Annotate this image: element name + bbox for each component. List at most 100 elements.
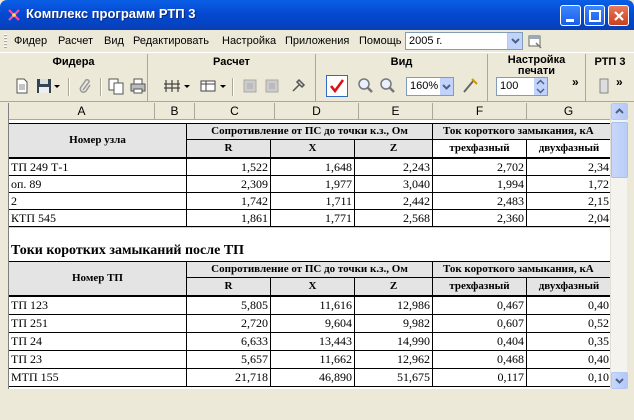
calendar-icon[interactable] xyxy=(527,33,543,49)
table-cell-name[interactable]: ТП 251 xyxy=(9,315,187,332)
table1-current-header[interactable]: Ток короткого замыкания, кА xyxy=(433,123,610,140)
table-cell-i2[interactable]: 0,10 xyxy=(527,369,610,386)
menu-apps[interactable]: Приложения xyxy=(285,35,349,47)
table2-node-header[interactable]: Номер ТП xyxy=(9,261,187,295)
table1-sub-3phase[interactable]: трехфазный xyxy=(433,140,527,157)
table-cell-x[interactable]: 1,771 xyxy=(271,210,355,227)
vertical-scrollbar[interactable] xyxy=(610,103,628,389)
table2-resistance-header[interactable]: Сопротивление от ПС до точки к.з., Ом xyxy=(187,261,433,278)
table-cell-x[interactable]: 1,648 xyxy=(271,159,355,176)
table-cell-x[interactable]: 1,711 xyxy=(271,193,355,210)
menu-settings[interactable]: Настройка xyxy=(222,35,276,47)
table-cell-name[interactable]: ТП 123 xyxy=(9,297,187,314)
table-cell-name[interactable]: ТП 23 xyxy=(9,351,187,368)
table-cell-r[interactable]: 5,657 xyxy=(187,351,271,368)
title-bar[interactable]: Комплекс программ РТП 3 xyxy=(0,0,634,30)
menu-grip[interactable] xyxy=(4,34,7,49)
grid-disabled-icon-2[interactable] xyxy=(262,76,282,96)
table1-sub-2phase[interactable]: двухфазный xyxy=(527,140,610,157)
print-icon[interactable] xyxy=(128,76,148,96)
table2-current-header[interactable]: Ток короткого замыкания, кА xyxy=(433,261,610,278)
toolbar-rtp-more[interactable]: » xyxy=(616,75,623,89)
table2-sub-2phase[interactable]: двухфазный xyxy=(527,278,610,295)
scroll-thumb[interactable] xyxy=(611,122,628,178)
table-cell-i3[interactable]: 0,404 xyxy=(433,333,527,350)
table-cell-i2[interactable]: 0,35 xyxy=(527,333,610,350)
scroll-up-button[interactable] xyxy=(611,103,628,120)
year-dropdown-arrow[interactable] xyxy=(507,33,522,49)
table-cell-name[interactable]: 2 xyxy=(9,193,187,210)
table-cell-z[interactable]: 3,040 xyxy=(355,176,433,193)
print-scale-spin-buttons[interactable] xyxy=(534,78,547,95)
table-cell-i2[interactable]: 2,04 xyxy=(527,210,610,227)
network-icon[interactable] xyxy=(162,76,182,96)
table-cell-z[interactable]: 14,990 xyxy=(355,333,433,350)
zoom-out-icon[interactable] xyxy=(378,76,398,96)
col-header-f[interactable]: F xyxy=(433,103,527,120)
table-cell-r[interactable]: 1,522 xyxy=(187,159,271,176)
table-cell-name[interactable]: ТП 249 Т-1 xyxy=(9,159,187,176)
zoom-select[interactable]: 160% xyxy=(406,77,454,96)
menu-help[interactable]: Помощь xyxy=(359,35,402,47)
table-cell-i3[interactable]: 0,467 xyxy=(433,297,527,314)
table-cell-r[interactable]: 5,805 xyxy=(187,297,271,314)
col-header-b[interactable]: B xyxy=(155,103,195,120)
table-cell-r[interactable]: 1,861 xyxy=(187,210,271,227)
table-cell-i2[interactable]: 2,15 xyxy=(527,193,610,210)
col-header-d[interactable]: D xyxy=(275,103,359,120)
table1-sub-z[interactable]: Z xyxy=(355,140,433,157)
table-cell-z[interactable]: 12,962 xyxy=(355,351,433,368)
maximize-button[interactable] xyxy=(584,5,605,26)
network-dropdown-icon[interactable] xyxy=(182,76,192,96)
table-cell-z[interactable]: 2,243 xyxy=(355,159,433,176)
table2-sub-z[interactable]: Z xyxy=(355,278,433,295)
table-cell-z[interactable]: 51,675 xyxy=(355,369,433,386)
table-cell-i2[interactable]: 0,40 xyxy=(527,351,610,368)
table-cell-x[interactable]: 1,977 xyxy=(271,176,355,193)
table-cell-r[interactable]: 2,720 xyxy=(187,315,271,332)
table-cell-x[interactable]: 13,443 xyxy=(271,333,355,350)
table2-sub-r[interactable]: R xyxy=(187,278,271,295)
table2-sub-x[interactable]: X xyxy=(271,278,355,295)
table-cell-x[interactable]: 46,890 xyxy=(271,369,355,386)
menu-calc[interactable]: Расчет xyxy=(58,35,93,47)
table-cell-x[interactable]: 11,662 xyxy=(271,351,355,368)
check-icon[interactable] xyxy=(326,75,348,97)
table-cell-name[interactable]: ТП 24 xyxy=(9,333,187,350)
table-cell-i3[interactable]: 1,994 xyxy=(433,176,527,193)
toolbar-print-more[interactable]: » xyxy=(572,75,579,89)
year-select[interactable]: 2005 г. xyxy=(405,32,523,50)
table-cell-i3[interactable]: 0,607 xyxy=(433,315,527,332)
copy-icon[interactable] xyxy=(106,76,126,96)
close-button[interactable] xyxy=(608,5,629,26)
table-cell-name[interactable]: МТП 155 xyxy=(9,369,187,386)
table-cell-name[interactable]: КТП 545 xyxy=(9,210,187,227)
spreadsheet[interactable]: A B C D E F G Номер узла Сопротивление о… xyxy=(8,103,610,389)
table-cell-i3[interactable]: 2,360 xyxy=(433,210,527,227)
table-cell-z[interactable]: 2,442 xyxy=(355,193,433,210)
table-cell-x[interactable]: 11,616 xyxy=(271,297,355,314)
zoom-in-icon[interactable] xyxy=(356,76,376,96)
table1-resistance-header[interactable]: Сопротивление от ПС до точки к.з., Ом xyxy=(187,123,433,140)
table-cell-i2[interactable]: 1,72 xyxy=(527,176,610,193)
table-cell-z[interactable]: 9,982 xyxy=(355,315,433,332)
table-cell-i2[interactable]: 2,34 xyxy=(527,159,610,176)
table1-sub-x[interactable]: X xyxy=(271,140,355,157)
col-header-c[interactable]: C xyxy=(195,103,275,120)
table-cell-z[interactable]: 2,568 xyxy=(355,210,433,227)
table-cell-r[interactable]: 2,309 xyxy=(187,176,271,193)
col-header-a[interactable]: A xyxy=(9,103,155,120)
table-cell-i3[interactable]: 2,702 xyxy=(433,159,527,176)
tool-icon[interactable] xyxy=(288,76,308,96)
table-cell-r[interactable]: 6,633 xyxy=(187,333,271,350)
table-cell-name[interactable]: оп. 89 xyxy=(9,176,187,193)
menu-edit[interactable]: Редактировать xyxy=(133,35,209,47)
brush-icon[interactable] xyxy=(460,76,480,96)
table1-node-header[interactable]: Номер узла xyxy=(9,123,187,157)
table-cell-z[interactable]: 12,986 xyxy=(355,297,433,314)
minimize-button[interactable] xyxy=(560,5,581,26)
table-cell-i3[interactable]: 0,468 xyxy=(433,351,527,368)
col-header-g[interactable]: G xyxy=(527,103,610,120)
table1-sub-r[interactable]: R xyxy=(187,140,271,157)
rtp-tool-icon[interactable] xyxy=(594,76,614,96)
